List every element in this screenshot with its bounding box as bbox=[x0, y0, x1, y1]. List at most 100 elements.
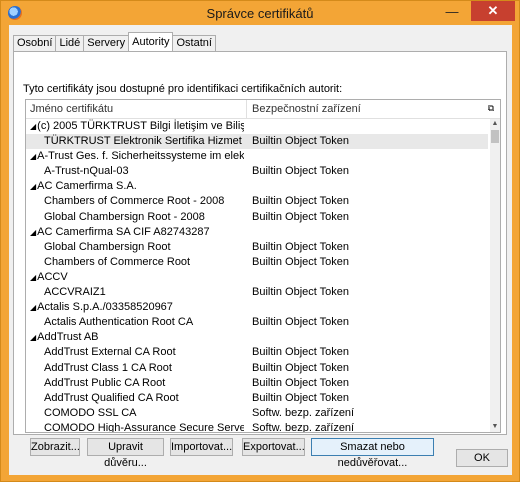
certificate-name: AddTrust External CA Root bbox=[44, 345, 244, 360]
security-device: Builtin Object Token bbox=[252, 210, 350, 223]
certificate-name: AddTrust Class 1 CA Root bbox=[44, 361, 244, 376]
export-button[interactable]: Exportovat... bbox=[242, 438, 305, 456]
certificate-name-text: COMODO SSL CA bbox=[44, 406, 137, 419]
tree-certificate-row[interactable]: AddTrust Qualified CA Root Builtin Object… bbox=[26, 391, 488, 406]
tree-header: Jméno certifikátu Bezpečnostní zařízení … bbox=[26, 100, 500, 119]
certificate-name: Chambers of Commerce Root bbox=[44, 255, 244, 270]
certificate-name-text: AC Camerfirma S.A. bbox=[37, 180, 137, 193]
tree-certificate-row[interactable]: Actalis Authentication Root CA Builtin Ob… bbox=[26, 315, 488, 330]
tab-servers[interactable]: Servery bbox=[83, 35, 130, 51]
tree-certificate-row[interactable]: TÜRKTRUST Elektronik Sertifika Hizmet Sa… bbox=[26, 134, 488, 150]
title-bar[interactable]: Správce certifikátů — ✕ bbox=[1, 1, 519, 25]
column-header-device[interactable]: Bezpečnostní zařízení bbox=[252, 103, 361, 115]
column-header-name[interactable]: Jméno certifikátu bbox=[30, 103, 113, 115]
certificate-name: ACCVRAIZ1 bbox=[44, 285, 244, 300]
certificate-name: AddTrust Public CA Root bbox=[44, 376, 244, 391]
expand-arrow-icon[interactable]: ◢ bbox=[30, 273, 36, 282]
import-button[interactable]: Importovat... bbox=[170, 438, 233, 456]
security-device: Builtin Object Token bbox=[252, 165, 350, 178]
tab-people[interactable]: Lidé bbox=[55, 35, 85, 51]
delete-or-distrust-button[interactable]: Smazat nebo nedůvěřovat... bbox=[311, 438, 434, 469]
expand-arrow-icon[interactable]: ◢ bbox=[30, 122, 36, 131]
security-device: Softw. bezp. zařízení bbox=[252, 406, 355, 419]
tree-group-row[interactable]: ◢A-Trust Ges. f. Sicherheitssysteme im e… bbox=[26, 149, 488, 164]
expand-arrow-icon[interactable]: ◢ bbox=[30, 333, 36, 342]
tree-certificate-row[interactable]: COMODO High-Assurance Secure Server CA So… bbox=[26, 421, 488, 433]
tree-group-row[interactable]: ◢AC Camerfirma S.A. bbox=[26, 179, 488, 194]
certificate-name-text: Chambers of Commerce Root bbox=[44, 255, 191, 268]
certificate-name: Global Chambersign Root - 2008 bbox=[44, 210, 244, 225]
close-button[interactable]: ✕ bbox=[471, 1, 515, 21]
expand-arrow-icon[interactable]: ◢ bbox=[30, 152, 36, 161]
panel-description: Tyto certifikáty jsou dostupné pro ident… bbox=[23, 83, 343, 95]
certificate-name: Global Chambersign Root bbox=[44, 240, 244, 255]
tree-group-row[interactable]: ◢(c) 2005 TÜRKTRUST Bilgi İletişim ve Bi… bbox=[26, 119, 488, 134]
tree-certificate-row[interactable]: ACCVRAIZ1 Builtin Object Token bbox=[26, 285, 488, 300]
certificate-name-text: TÜRKTRUST Elektronik Sertifika Hizmet Sa… bbox=[44, 135, 244, 148]
edit-trust-button[interactable]: Upravit důvěru... bbox=[87, 438, 164, 469]
tree-certificate-row[interactable]: A-Trust-nQual-03 Builtin Object Token bbox=[26, 164, 488, 179]
certificate-manager-window: Správce certifikátů — ✕ Osobní Lidé Serv… bbox=[0, 0, 520, 482]
view-button[interactable]: Zobrazit... bbox=[30, 438, 80, 456]
security-device: Builtin Object Token bbox=[252, 376, 350, 389]
certificate-name: ◢AC Camerfirma SA CIF A82743287 bbox=[30, 225, 244, 240]
scroll-down-arrow-icon[interactable]: ▼ bbox=[490, 422, 500, 432]
tree-group-row[interactable]: ◢ACCV bbox=[26, 270, 488, 285]
expand-arrow-icon[interactable]: ◢ bbox=[30, 228, 36, 237]
certificate-name-text: A-Trust-nQual-03 bbox=[44, 165, 129, 178]
scroll-up-arrow-icon[interactable]: ▲ bbox=[490, 119, 500, 129]
tree-certificate-row[interactable]: Chambers of Commerce Root - 2008 Builtin … bbox=[26, 194, 488, 209]
tree-group-row[interactable]: ◢Actalis S.p.A./03358520967 bbox=[26, 300, 488, 315]
certificate-name: Chambers of Commerce Root - 2008 bbox=[44, 194, 244, 209]
tree-certificate-row[interactable]: AddTrust External CA Root Builtin Object … bbox=[26, 345, 488, 360]
certificate-name-text: Chambers of Commerce Root - 2008 bbox=[44, 195, 225, 208]
certificate-name: ◢A-Trust Ges. f. Sicherheitssysteme im e… bbox=[30, 149, 244, 164]
tree-certificate-row[interactable]: COMODO SSL CA Softw. bezp. zařízení bbox=[26, 406, 488, 421]
tab-authorities[interactable]: Autority bbox=[128, 32, 174, 51]
tab-others[interactable]: Ostatní bbox=[172, 35, 216, 51]
security-device: Builtin Object Token bbox=[252, 255, 350, 268]
security-device: Builtin Object Token bbox=[252, 391, 350, 404]
authorities-panel: Tyto certifikáty jsou dostupné pro ident… bbox=[13, 51, 507, 469]
certificate-name: ◢ACCV bbox=[30, 270, 244, 285]
certificate-name: ◢(c) 2005 TÜRKTRUST Bilgi İletişim ve Bi… bbox=[30, 119, 244, 134]
ok-button[interactable]: OK bbox=[456, 449, 508, 467]
tree-group-row[interactable]: ◢AddTrust AB bbox=[26, 330, 488, 345]
tab-personal[interactable]: Osobní bbox=[13, 35, 57, 51]
certificate-name: ◢AddTrust AB bbox=[30, 330, 244, 345]
vertical-scrollbar[interactable]: ▲ ▼ bbox=[490, 119, 500, 432]
certificate-tree[interactable]: Jméno certifikátu Bezpečnostní zařízení … bbox=[25, 99, 501, 433]
certificate-name-text: Global Chambersign Root bbox=[44, 240, 171, 253]
security-device: Builtin Object Token bbox=[252, 135, 350, 148]
security-device: Builtin Object Token bbox=[252, 346, 350, 359]
security-device: Builtin Object Token bbox=[252, 361, 350, 374]
tree-certificate-row[interactable]: Global Chambersign Root Builtin Object To… bbox=[26, 240, 488, 255]
tab-strip: Osobní Lidé Servery Autority Ostatní bbox=[13, 32, 216, 51]
expand-arrow-icon[interactable]: ◢ bbox=[30, 303, 36, 312]
dialog-client-area: Osobní Lidé Servery Autority Ostatní Tyt… bbox=[9, 25, 512, 475]
column-picker-icon[interactable]: ⧉ bbox=[486, 103, 496, 113]
security-device: Builtin Object Token bbox=[252, 286, 350, 299]
tree-group-row[interactable]: ◢AC Camerfirma SA CIF A82743287 bbox=[26, 225, 488, 240]
certificate-name-text: Actalis Authentication Root CA bbox=[44, 316, 194, 329]
certificate-name-text: AddTrust AB bbox=[37, 331, 99, 344]
certificate-name-text: COMODO High-Assurance Secure Server CA bbox=[44, 421, 244, 433]
certificate-name-text: AddTrust Public CA Root bbox=[44, 376, 166, 389]
certificate-name: A-Trust-nQual-03 bbox=[44, 164, 244, 179]
tree-certificate-row[interactable]: AddTrust Class 1 CA Root Builtin Object T… bbox=[26, 361, 488, 376]
column-divider[interactable] bbox=[246, 100, 247, 118]
tree-certificate-row[interactable]: Chambers of Commerce Root Builtin Object … bbox=[26, 255, 488, 270]
tree-certificate-row[interactable]: Global Chambersign Root - 2008 Builtin Ob… bbox=[26, 210, 488, 225]
scroll-thumb[interactable] bbox=[491, 130, 499, 143]
certificate-name: COMODO SSL CA bbox=[44, 406, 244, 421]
certificate-name: ◢AC Camerfirma S.A. bbox=[30, 179, 244, 194]
certificate-name-text: Global Chambersign Root - 2008 bbox=[44, 210, 205, 223]
certificate-name-text: AddTrust External CA Root bbox=[44, 346, 176, 359]
tree-rows: ◢(c) 2005 TÜRKTRUST Bilgi İletişim ve Bi… bbox=[26, 119, 488, 433]
security-device: Builtin Object Token bbox=[252, 240, 350, 253]
minimize-button[interactable]: — bbox=[438, 1, 466, 21]
certificate-name: COMODO High-Assurance Secure Server CA bbox=[44, 421, 244, 433]
expand-arrow-icon[interactable]: ◢ bbox=[30, 182, 36, 191]
tree-certificate-row[interactable]: AddTrust Public CA Root Builtin Object To… bbox=[26, 376, 488, 391]
certificate-name: AddTrust Qualified CA Root bbox=[44, 391, 244, 406]
